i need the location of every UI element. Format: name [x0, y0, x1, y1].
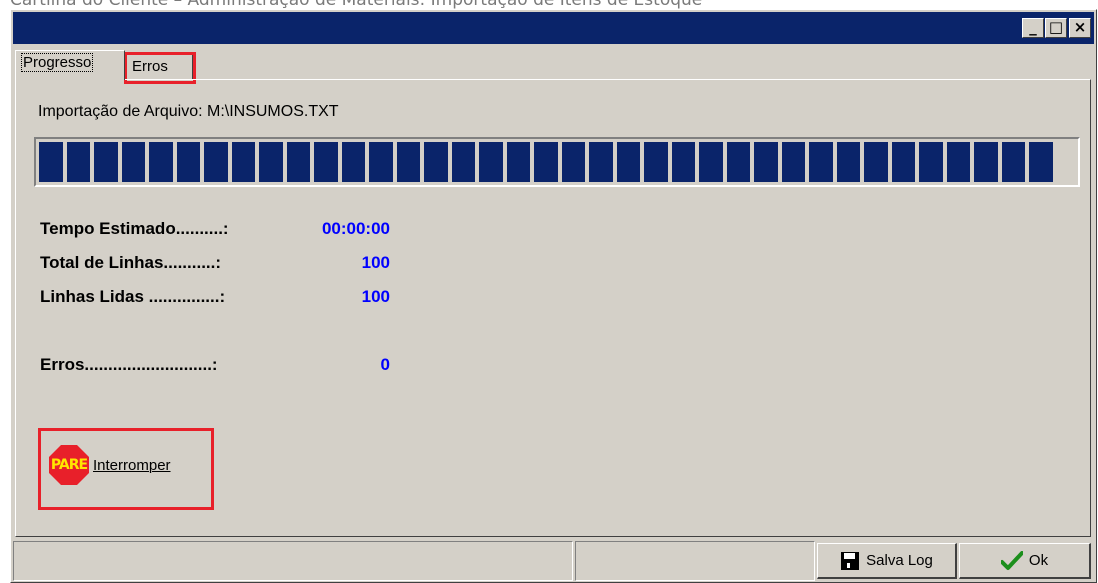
- progress-block: [946, 142, 970, 182]
- progress-block: [864, 142, 888, 182]
- progress-block: [726, 142, 750, 182]
- progress-block: [671, 142, 695, 182]
- status-cell-left: [13, 541, 573, 581]
- status-bar: Salva Log Ok: [13, 541, 1093, 581]
- progress-block: [616, 142, 640, 182]
- progress-block: [369, 142, 393, 182]
- progress-fill: [39, 142, 1053, 182]
- progress-block: [836, 142, 860, 182]
- close-button[interactable]: ×: [1069, 18, 1091, 38]
- file-import-label: Importação de Arquivo: M:\INSUMOS.TXT: [38, 103, 339, 120]
- stop-sign-text: PARE: [50, 457, 88, 473]
- progress-block: [341, 142, 365, 182]
- maximize-button[interactable]: □: [1045, 18, 1067, 38]
- progress-block: [259, 142, 283, 182]
- stat-label-lidas: Linhas Lidas ...............:: [40, 287, 226, 306]
- progress-block: [891, 142, 915, 182]
- progress-block: [754, 142, 778, 182]
- stat-value-erros: 0: [380, 355, 390, 374]
- progress-block: [974, 142, 998, 182]
- progress-block: [231, 142, 255, 182]
- save-log-button[interactable]: Salva Log: [817, 543, 957, 579]
- progress-block: [479, 142, 503, 182]
- progress-block: [1029, 142, 1053, 182]
- stat-value-total: 100: [361, 253, 390, 272]
- ok-label: Ok: [1028, 552, 1049, 569]
- stat-label-erros: Erros...........................:: [40, 355, 218, 374]
- stat-label-tempo: Tempo Estimado..........:: [40, 219, 229, 238]
- progress-block: [589, 142, 613, 182]
- import-dialog: _ □ × Progresso Erros Importação de Arqu…: [10, 9, 1097, 583]
- progress-block: [506, 142, 530, 182]
- save-log-label: Salva Log: [866, 552, 933, 569]
- tab-erros-label: Erros: [132, 58, 168, 75]
- progress-block: [176, 142, 200, 182]
- minimize-button[interactable]: _: [1022, 18, 1044, 38]
- progress-block: [149, 142, 173, 182]
- progress-block: [451, 142, 475, 182]
- checkmark-icon: [1000, 550, 1023, 570]
- progress-bar: [34, 137, 1080, 187]
- highlight-stop: PARE Interromper: [38, 428, 214, 510]
- progress-block: [809, 142, 833, 182]
- tab-progresso-label: Progresso: [20, 53, 94, 72]
- progress-block: [121, 142, 145, 182]
- ok-button[interactable]: Ok: [959, 543, 1091, 579]
- interromper-label: Interromper: [93, 456, 171, 474]
- title-bar: _ □ ×: [13, 12, 1094, 44]
- progress-panel: Importação de Arquivo: M:\INSUMOS.TXT Te…: [15, 79, 1091, 537]
- progress-block: [561, 142, 585, 182]
- progress-block: [534, 142, 558, 182]
- stop-sign-icon: PARE: [49, 445, 89, 485]
- progress-block: [1001, 142, 1025, 182]
- stat-value-tempo: 00:00:00: [321, 219, 390, 238]
- progress-block: [644, 142, 668, 182]
- progress-block: [94, 142, 118, 182]
- progress-block: [39, 142, 63, 182]
- progress-block: [699, 142, 723, 182]
- stat-label-total: Total de Linhas...........:: [40, 253, 222, 272]
- progress-block: [781, 142, 805, 182]
- progress-block: [314, 142, 338, 182]
- progress-block: [424, 142, 448, 182]
- floppy-disk-icon: [841, 551, 860, 570]
- tab-progresso[interactable]: Progresso: [15, 50, 125, 80]
- progress-block: [204, 142, 228, 182]
- progress-block: [919, 142, 943, 182]
- status-cell-middle: [575, 541, 815, 581]
- progress-block: [286, 142, 310, 182]
- progress-block: [66, 142, 90, 182]
- progress-block: [396, 142, 420, 182]
- stat-value-lidas: 100: [361, 287, 390, 306]
- interromper-button[interactable]: PARE Interromper: [49, 445, 171, 485]
- tab-erros[interactable]: Erros: [125, 54, 193, 80]
